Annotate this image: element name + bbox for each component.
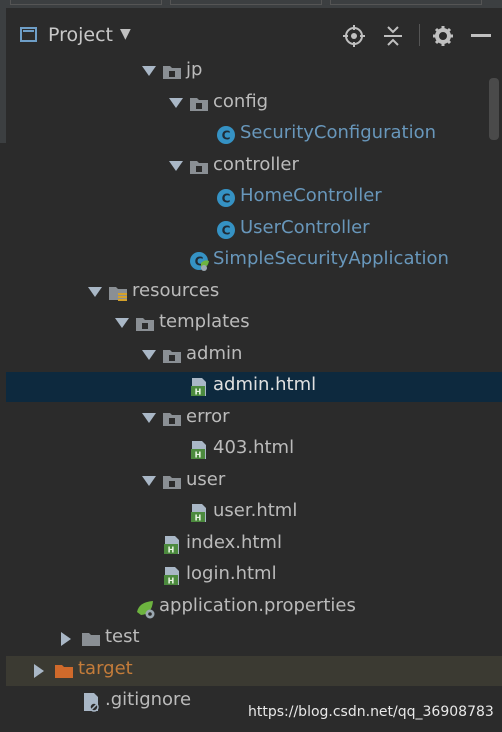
svg-text:C: C (222, 223, 231, 237)
spring-boot-app-icon: C (189, 251, 209, 271)
package-folder-icon (162, 472, 182, 492)
tree-node-label: user (186, 468, 226, 490)
svg-text:C: C (222, 129, 231, 143)
project-window-icon (20, 27, 37, 42)
tree-node-label: target (78, 657, 133, 679)
expanded-arrow-icon[interactable] (142, 412, 156, 423)
package-folder-icon (189, 157, 209, 177)
tree-node-label: SimpleSecurityApplication (213, 248, 449, 269)
tree-node-label: 403.html (213, 437, 295, 458)
minimize-icon[interactable] (467, 22, 495, 50)
expanded-arrow-icon[interactable] (142, 349, 156, 360)
excluded-folder-icon (54, 661, 74, 681)
expanded-arrow-icon[interactable] (142, 66, 156, 76)
tree-node-label: index.html (186, 531, 282, 553)
tree-node-application-properties[interactable]: application.properties (6, 593, 502, 623)
resources-folder-icon (108, 283, 128, 303)
tree-node-jp[interactable]: jp (6, 57, 502, 87)
tree-node-label: user.html (213, 500, 298, 521)
expanded-arrow-icon[interactable] (169, 160, 183, 171)
html-file-icon: H (162, 566, 182, 586)
tree-node-label: templates (159, 311, 250, 332)
locate-file-icon[interactable] (340, 22, 368, 50)
tree-node-config[interactable]: config (6, 89, 502, 119)
tree-node-resources[interactable]: resources (6, 278, 502, 308)
tree-node-label: error (186, 405, 230, 427)
tree-node-label: controller (213, 153, 299, 175)
collapse-all-icon[interactable] (379, 22, 407, 50)
tree-node-index-html[interactable]: Hindex.html (6, 530, 502, 560)
tree-node-securityconfiguration[interactable]: C SecurityConfiguration (6, 120, 502, 150)
editor-tab[interactable] (330, 0, 482, 5)
java-class-icon: C (216, 125, 236, 145)
package-folder-icon (135, 314, 155, 334)
svg-text:C: C (222, 192, 231, 206)
spring-properties-icon (135, 598, 155, 618)
tree-node-admin[interactable]: admin (6, 341, 502, 371)
package-folder-icon (162, 62, 182, 82)
tree-node-label: admin.html (213, 374, 317, 395)
tree-node-label: config (213, 90, 269, 112)
folder-icon (81, 629, 101, 649)
tree-node-label: application.properties (159, 594, 356, 616)
tree-node-simplesecurityapplication[interactable]: C SimpleSecurityApplication (6, 246, 502, 276)
tree-node-test[interactable]: test (6, 624, 502, 654)
html-file-icon: H (189, 503, 209, 523)
tree-node-controller[interactable]: controller (6, 152, 502, 182)
tree-node-error[interactable]: error (6, 404, 502, 434)
tree-node-label: UserController (240, 216, 370, 238)
editor-tab[interactable] (10, 0, 162, 5)
svg-text:H: H (195, 451, 202, 460)
watermark-text: https://blog.csdn.net/qq_36908783 (248, 704, 494, 720)
expanded-arrow-icon[interactable] (88, 286, 102, 297)
tree-node-user-html[interactable]: Huser.html (6, 498, 502, 528)
svg-text:H: H (195, 388, 202, 397)
java-class-icon: C (216, 220, 236, 240)
tree-node-label: login.html (186, 563, 277, 584)
html-file-icon: H (162, 535, 182, 555)
tree-node-homecontroller[interactable]: C HomeController (6, 183, 502, 213)
editor-tab-strip (0, 0, 502, 8)
tree-node-label: admin (186, 342, 243, 364)
package-folder-icon (162, 409, 182, 429)
expanded-arrow-icon[interactable] (115, 318, 129, 328)
html-file-icon: H (189, 440, 209, 460)
tree-node-admin-html[interactable]: Hadmin.html (6, 372, 502, 402)
tree-node-login-html[interactable]: Hlogin.html (6, 561, 502, 591)
gear-icon[interactable] (429, 22, 457, 50)
tree-node-label: resources (132, 279, 220, 301)
ignore-file-icon (81, 692, 101, 712)
tree-node-label: .gitignore (105, 689, 192, 710)
tree-node-target[interactable]: target (6, 655, 502, 686)
toolbar-divider (419, 24, 420, 46)
panel-title[interactable]: Project (48, 24, 113, 46)
tree-node-403-html[interactable]: H 403.html (6, 435, 502, 465)
package-folder-icon (189, 94, 209, 114)
tree-node-label: jp (186, 59, 203, 80)
collapsed-arrow-icon[interactable] (61, 632, 71, 646)
tree-node-label: test (105, 626, 140, 647)
html-file-icon: H (189, 377, 209, 397)
svg-text:H: H (168, 545, 175, 554)
collapsed-arrow-icon[interactable] (34, 663, 44, 678)
tree-node-label: HomeController (240, 185, 382, 206)
svg-text:H: H (168, 577, 175, 586)
expanded-arrow-icon[interactable] (142, 475, 156, 486)
tree-node-user[interactable]: user (6, 467, 502, 497)
expanded-arrow-icon[interactable] (169, 97, 183, 108)
java-class-icon: C (216, 188, 236, 208)
project-panel-header: Project ▼ (6, 14, 502, 58)
svg-text:H: H (195, 514, 202, 523)
editor-tab[interactable] (170, 0, 322, 5)
tree-node-usercontroller[interactable]: C UserController (6, 215, 502, 245)
package-folder-icon (162, 346, 182, 366)
tree-node-label: SecurityConfiguration (240, 122, 436, 143)
chevron-down-icon[interactable]: ▼ (120, 26, 131, 42)
tree-node-templates[interactable]: templates (6, 309, 502, 339)
